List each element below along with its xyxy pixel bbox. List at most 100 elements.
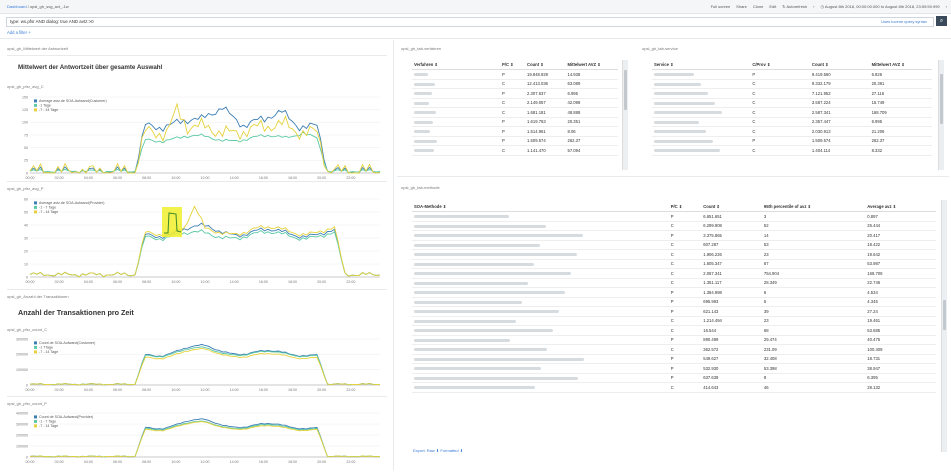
table-row[interactable]: C 7.121.952 27.116 [652, 88, 932, 99]
table-row[interactable]: C 2.149.057 42.098 [412, 98, 618, 108]
add-filter-button[interactable]: Add a filter + [7, 30, 31, 35]
scrollbar-thumb[interactable] [943, 300, 946, 330]
legend-item[interactable]: -7 - 14 Tage [39, 424, 58, 428]
table-cell: 637.639 [701, 373, 762, 383]
table-row[interactable]: P 2.307.637 6.995 [412, 88, 618, 99]
table-row[interactable]: C 16.544 68 53.685 [412, 325, 936, 336]
table-row[interactable]: C 2.357.447 6.995 [652, 117, 932, 127]
column-header[interactable]: Service ⇕ [652, 60, 751, 70]
scrollbar-thumb[interactable] [624, 70, 627, 110]
time-forward-icon[interactable]: › [946, 4, 947, 9]
table-row[interactable]: P 695.993 5 4.345 [412, 297, 936, 307]
table-row[interactable]: C 1.906.226 23 19.642 [412, 249, 936, 260]
time-range-picker[interactable]: ◷ August 8th 2018, 00:00:00.000 to Augus… [821, 4, 940, 9]
table-row[interactable]: C 1.214.494 23 19.461 [412, 316, 936, 326]
column-header[interactable]: SOA-Methode ⇕ [412, 202, 669, 212]
chart-legend[interactable]: Count de SOA-Aufwand(Customer)-1 7Tage-7… [34, 341, 95, 354]
table-row[interactable]: P 1.509.574 262.37 [652, 136, 932, 146]
edit-button[interactable]: Edit [769, 4, 776, 9]
legend-item[interactable]: -7 - 14 Tage [39, 210, 58, 214]
table-row[interactable]: P 1.384.998 6 4.534 [412, 287, 936, 298]
table-row[interactable]: P 6.651.651 3 0.897 [412, 211, 936, 222]
y-tick-label: 100000 [16, 444, 28, 448]
full-screen-button[interactable]: Full screen [711, 4, 731, 9]
table-row[interactable]: C 1.681.181 48.888 [412, 107, 618, 118]
scrollbar-thumb[interactable] [940, 74, 943, 124]
table-row[interactable]: P 1.509.574 262.37 [412, 136, 618, 146]
table-row[interactable]: C 1.605.347 67 53.987 [412, 259, 936, 269]
lucene-syntax-link[interactable]: Uses lucene query syntax [881, 19, 927, 24]
table-cell: P [668, 373, 702, 383]
legend-item[interactable]: Average avtz.de SOA-Aufwand(Customer) [39, 99, 107, 103]
column-header[interactable]: P/C ⇕ [668, 202, 702, 212]
table-row[interactable]: P 637.639 8 6.395 [412, 373, 936, 383]
y-tick-label: 40 [24, 223, 28, 227]
column-header[interactable]: Count ⇕ [809, 60, 870, 70]
legend-item[interactable]: Count de SOA-Aufwand(Provider) [39, 415, 93, 419]
legend-item[interactable]: -1 Tage [39, 104, 51, 108]
table-row[interactable]: C 9.332.179 20.391 [652, 79, 932, 89]
share-button[interactable]: Share [736, 4, 747, 9]
table-row[interactable]: C 6.299.908 52 25.444 [412, 221, 936, 231]
column-header[interactable]: Mittelwert AVZ ⇕ [565, 60, 618, 70]
table-row[interactable]: P 9.419.560 6.826 [652, 69, 932, 80]
table-row[interactable]: P 532.930 53.398 38.947 [412, 363, 936, 374]
y-tick-label: 10 [24, 262, 28, 266]
table-row[interactable]: C 414.643 46 28.132 [412, 382, 936, 393]
column-header[interactable]: Average avz ⇕ [865, 202, 936, 212]
table-cell: 25.444 [865, 221, 936, 231]
legend-item[interactable]: -1 7Tage [39, 346, 53, 350]
table-cell: C [750, 126, 810, 137]
column-header[interactable]: Count ⇕ [525, 60, 566, 70]
table-row[interactable]: C 2.587.341 168.709 [652, 107, 932, 118]
column-header[interactable]: Mittelwert AVZ ⇕ [869, 60, 932, 70]
table-row[interactable]: P 1.619.763 20.351 [412, 117, 618, 127]
legend-item[interactable]: -7 - 14 Tage [39, 108, 58, 112]
column-header[interactable]: Count ⇕ [701, 202, 762, 212]
legend-item[interactable]: -1 - 7 Tage [39, 420, 56, 424]
table-row[interactable]: C 1.404.114 8.332 [652, 145, 932, 156]
table-cell: C [668, 382, 702, 393]
table-row[interactable]: C 362.572 231.09 100.409 [412, 344, 936, 355]
table-cell: 18.731 [865, 354, 936, 364]
export-links[interactable]: Export: Raw ⬇ Formatted ⬇ [413, 448, 463, 453]
search-input[interactable]: type: ws.pfsr AND dialog: true AND avtz:… [10, 19, 94, 24]
table-row[interactable]: C 2.067.341 754.904 168.709 [412, 268, 936, 279]
search-button[interactable]: ⌕ [936, 16, 947, 26]
x-tick-label: 16:00 [259, 176, 268, 180]
legend-item[interactable]: Average avtz.de SOA-Aufwand(Provider) [39, 201, 104, 205]
table-row[interactable]: C 607.287 53 18.422 [412, 240, 936, 250]
column-header[interactable]: Verfahren ⇕ [412, 60, 500, 70]
legend-item[interactable]: -7 - 14 Tage [39, 350, 58, 354]
table-row[interactable]: C 1.141.470 57.094 [412, 145, 618, 156]
table-row[interactable]: C 3.587.224 15.749 [652, 98, 932, 108]
legend-item[interactable]: Count de SOA-Aufwand(Customer) [39, 341, 95, 345]
breadcrumb-dashboard-link[interactable]: Dashboard [7, 4, 27, 9]
query-bar[interactable]: type: ws.pfsr AND dialog: true AND avtz:… [6, 17, 934, 27]
chart-title-avg-c: opsl_gh_pfsr_avg_C [7, 84, 44, 89]
methode-scrollbar[interactable] [941, 200, 947, 452]
legend-item[interactable]: -1 - 7 Tage [39, 206, 56, 210]
column-header[interactable]: 95th percentile of avz ⇕ [761, 202, 866, 212]
table-row[interactable]: P 1.514.961 8.06 [412, 126, 618, 137]
service-scrollbar[interactable] [938, 60, 944, 170]
table-row[interactable]: P 549.627 32.408 18.731 [412, 354, 936, 364]
table-row[interactable]: P 19.848.929 14.938 [412, 69, 618, 80]
table-row[interactable]: C 12.413.036 63.089 [412, 79, 618, 89]
table-row[interactable]: C 2.030.913 21.206 [652, 126, 932, 137]
y-tick-label: 300000 [16, 422, 28, 426]
time-back-icon[interactable]: ‹ [813, 4, 814, 9]
chart-legend[interactable]: Average avtz.de SOA-Aufwand(Customer)-1 … [34, 99, 107, 112]
column-header[interactable]: P/C ⇕ [500, 60, 526, 70]
table-row[interactable]: P 3.375.865 14 20.417 [412, 230, 936, 241]
column-header[interactable]: C/Prov ⇕ [750, 60, 810, 70]
table-row[interactable]: P 621.143 39 27.24 [412, 306, 936, 317]
table-row[interactable]: C 1.351.117 28.349 22.746 [412, 278, 936, 288]
heading-mittelwert: Mittelwert der Antwortzeit über gesamte … [18, 64, 163, 71]
verfahren-scrollbar[interactable] [622, 60, 628, 170]
chart-legend[interactable]: Count de SOA-Aufwand(Provider)-1 - 7 Tag… [34, 415, 93, 428]
table-row[interactable]: P 890.499 29.474 40.475 [412, 335, 936, 345]
autorefresh-button[interactable]: ↻ Autorefresh [782, 4, 807, 9]
redacted-name-cell [412, 126, 500, 137]
clone-button[interactable]: Clone [753, 4, 763, 9]
